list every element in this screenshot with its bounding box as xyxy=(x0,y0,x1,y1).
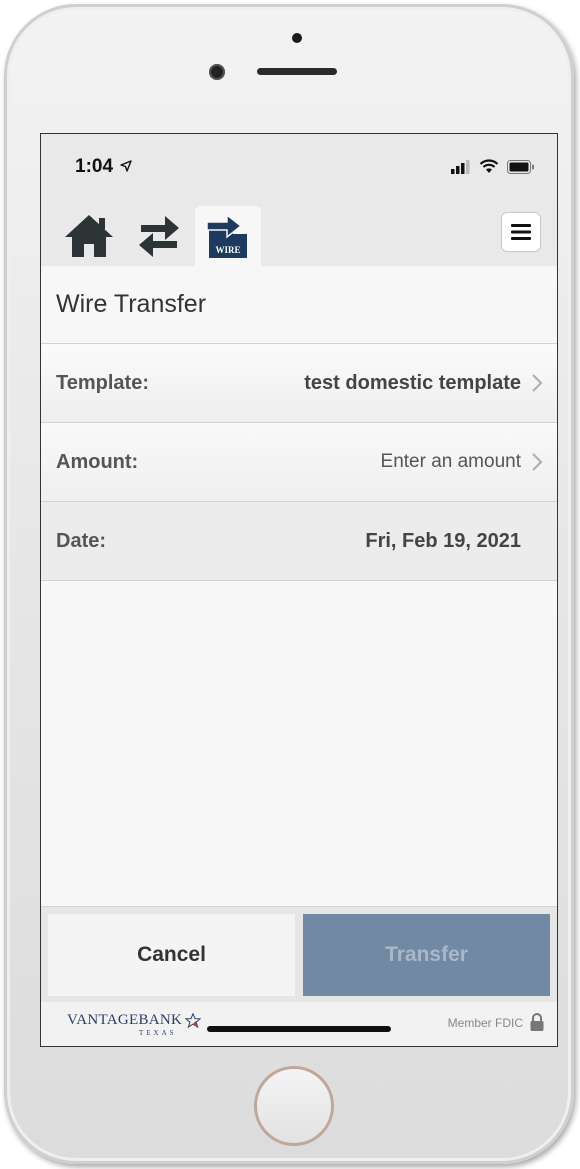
content-area xyxy=(41,581,557,906)
status-icons xyxy=(451,159,535,174)
home-icon xyxy=(65,215,113,257)
status-time-text: 1:04 xyxy=(75,156,114,177)
transfer-button[interactable]: Transfer xyxy=(303,914,550,996)
app-screen: 1:04 WIRE Wire Transfer Template: test d… xyxy=(40,133,558,1047)
date-label: Date: xyxy=(56,530,107,552)
page-header: Wire Transfer xyxy=(41,266,557,344)
wire-icon: WIRE xyxy=(206,213,247,258)
cellular-signal-icon xyxy=(451,159,470,174)
home-button[interactable] xyxy=(254,1066,334,1146)
status-bar: 1:04 xyxy=(41,134,557,200)
member-fdic-text: Member FDIC xyxy=(447,1016,523,1030)
bank-logo: VANTAGEBANK TEXAS xyxy=(67,1012,202,1037)
nav-home[interactable] xyxy=(59,206,119,266)
template-label: Template: xyxy=(56,372,149,394)
date-row[interactable]: Date: Fri, Feb 19, 2021 xyxy=(41,502,557,581)
top-navigation: WIRE xyxy=(41,200,557,266)
wifi-icon xyxy=(479,159,499,173)
location-arrow-icon xyxy=(120,160,133,172)
hamburger-menu-button[interactable] xyxy=(501,212,541,252)
cancel-button[interactable]: Cancel xyxy=(48,914,295,996)
page-title: Wire Transfer xyxy=(56,290,207,318)
brand-subtitle: TEXAS xyxy=(139,1029,177,1037)
amount-label: Amount: xyxy=(56,451,139,473)
date-value: Fri, Feb 19, 2021 xyxy=(365,530,521,552)
chevron-right-icon xyxy=(532,374,543,392)
status-time: 1:04 xyxy=(75,156,133,178)
star-icon xyxy=(185,1013,202,1028)
chevron-right-icon xyxy=(532,453,543,471)
battery-icon xyxy=(507,159,534,174)
earpiece-speaker xyxy=(257,68,337,75)
lock-icon xyxy=(530,1013,544,1031)
amount-row[interactable]: Amount: Enter an amount xyxy=(41,423,557,502)
front-camera xyxy=(209,64,225,80)
phone-frame: 1:04 WIRE Wire Transfer Template: test d… xyxy=(4,4,574,1164)
amount-input[interactable]: Enter an amount xyxy=(381,451,521,473)
action-bar: Cancel Transfer xyxy=(41,906,557,1002)
template-row[interactable]: Template: test domestic template xyxy=(41,344,557,423)
nav-wire[interactable]: WIRE xyxy=(195,206,261,266)
transfer-arrows-icon xyxy=(139,216,179,257)
nav-transfers[interactable] xyxy=(129,206,189,266)
brand-name: VANTAGEBANK xyxy=(67,1012,183,1028)
wire-icon-text: WIRE xyxy=(215,245,240,255)
footer: VANTAGEBANK TEXAS Member FDIC xyxy=(41,1002,557,1046)
home-indicator[interactable] xyxy=(207,1026,391,1032)
template-value: test domestic template xyxy=(304,372,521,394)
hamburger-icon xyxy=(511,224,531,240)
proximity-sensor xyxy=(292,33,302,43)
